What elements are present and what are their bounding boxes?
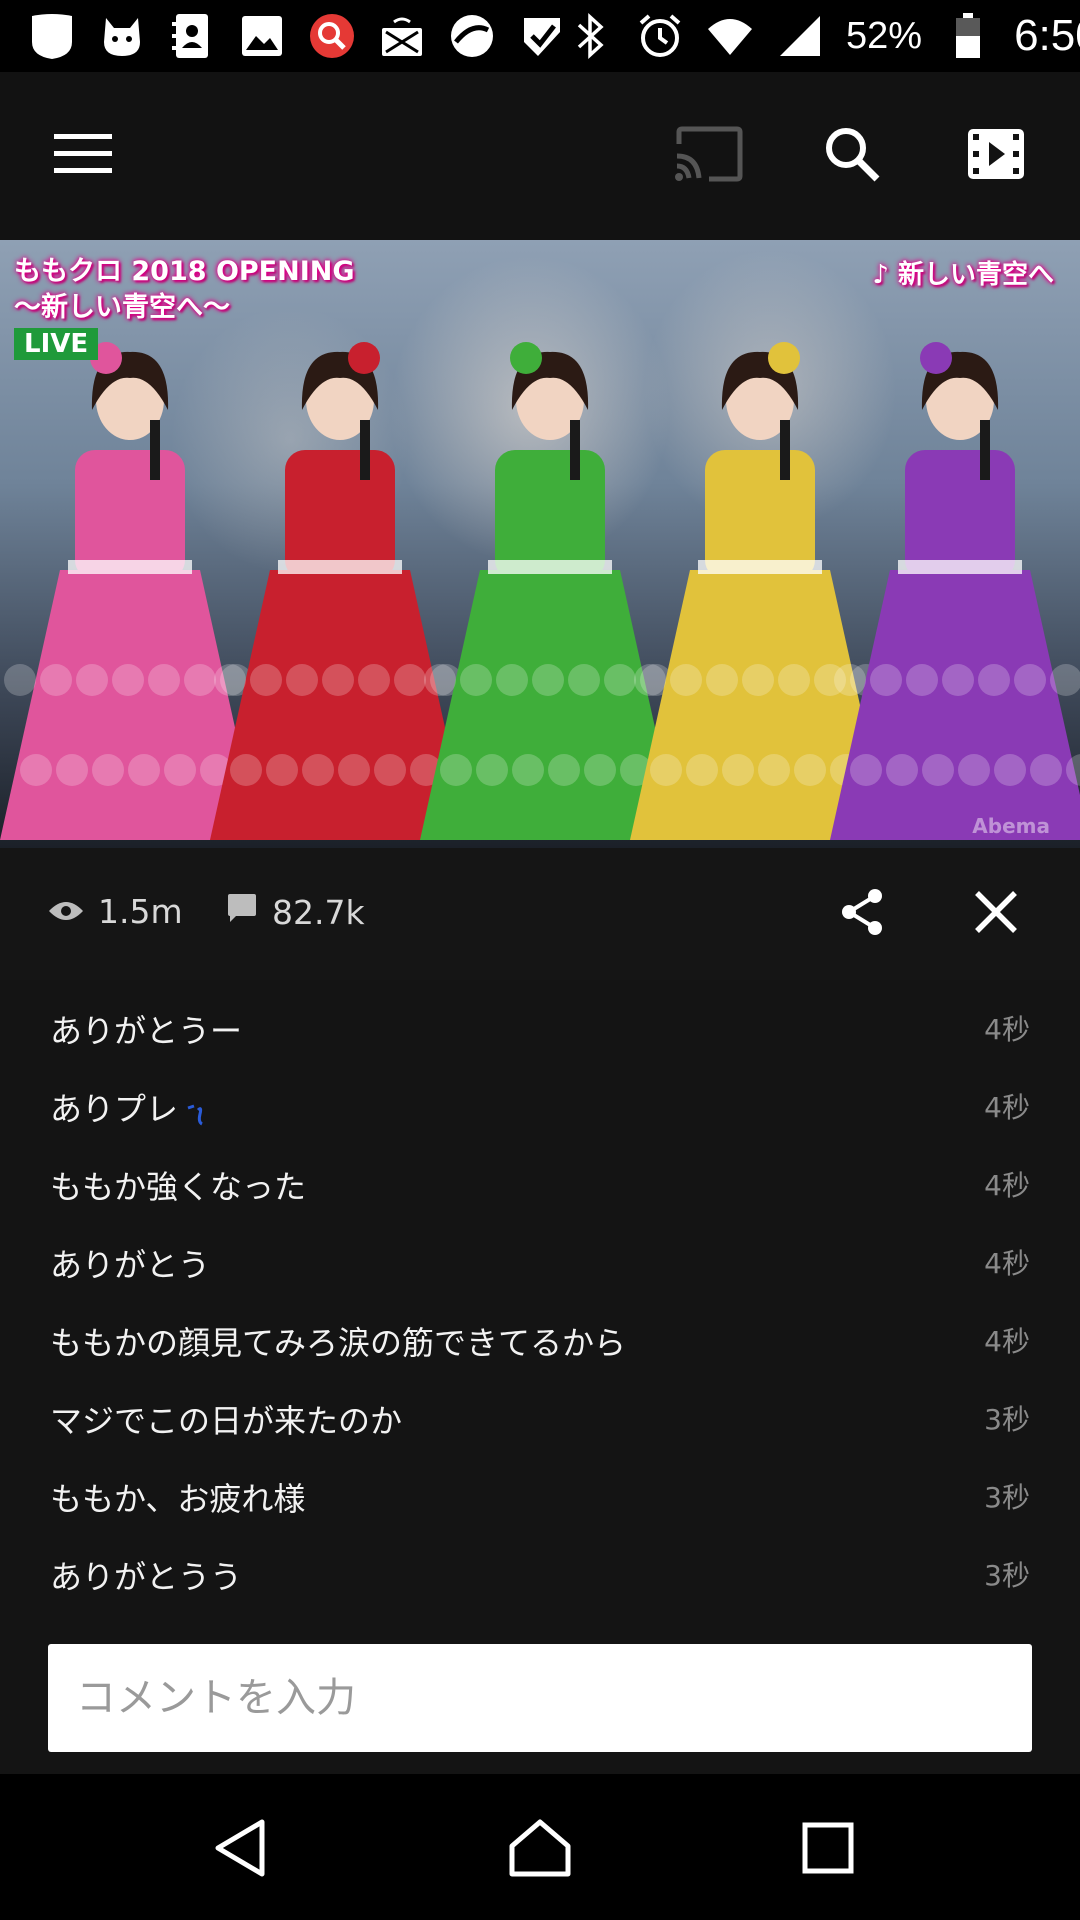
emoji-glyph [186,1098,206,1126]
comment-text: ももかの顔見てみろ涙の筋できてるから [50,1324,627,1362]
check-app-icon [518,12,566,60]
view-count-value: 1.5m [98,892,183,931]
eye-icon [48,892,84,931]
comment-item: ありがとう 4秒 [0,1226,1080,1304]
comment-time: 4秒 [984,1013,1030,1046]
share-button[interactable] [824,876,900,952]
sphere-app-icon [448,12,496,60]
alarm-icon [636,12,684,60]
comment-count-value: 82.7k [272,892,365,932]
comment-text: ありがとう [50,1246,211,1284]
view-count: 1.5m [48,892,183,931]
performer-figure [830,342,1080,840]
back-icon [212,1818,268,1882]
video-player[interactable]: ももクロ 2018 OPENING 〜新しい青空へ〜 LIVE ♪ 新しい青空へ… [0,240,1080,848]
comment-item: ももかの顔見てみろ涙の筋できてるから 4秒 [0,1304,1080,1382]
comment-text: ありがとうー [50,1012,243,1050]
search-icon [823,125,881,187]
comment-time: 4秒 [984,1169,1030,1202]
channel-watermark: Abema [972,814,1050,838]
close-button[interactable] [958,876,1034,952]
comment-input[interactable] [48,1644,1032,1752]
home-icon [508,1818,572,1882]
video-title-overlay: ももクロ 2018 OPENING 〜新しい青空へ〜 [14,254,355,326]
comment-text-body: ありプレ [50,1090,179,1128]
video-button[interactable] [956,116,1036,196]
song-overlay: ♪ 新しい青空へ [872,260,1054,290]
search-button[interactable] [812,116,892,196]
comment-input-bar [0,1622,1080,1774]
comment-time: 3秒 [984,1559,1030,1592]
comment-time: 4秒 [984,1247,1030,1280]
shield-icon [28,12,76,60]
live-badge: LIVE [14,328,99,360]
wifi-icon [706,12,754,60]
comment-text: ありがとうう [50,1558,243,1596]
signal-icon [776,12,824,60]
comment-item: ありがとうー 4秒 [0,992,1080,1070]
app-bar [0,72,1080,240]
comment-text: マジでこの日が来たのか [50,1402,403,1440]
comment-item: マジでこの日が来たのか 3秒 [0,1382,1080,1460]
system-icons: 52% 6:50 [566,11,1080,61]
system-nav-bar [0,1774,1080,1920]
status-bar: 52% 6:50 [0,0,1080,72]
notification-icons [28,12,566,60]
contacts-icon [168,12,216,60]
comment-item: ももか、お疲れ様 3秒 [0,1460,1080,1538]
comment-time: 3秒 [984,1481,1030,1514]
recents-button[interactable] [788,1810,868,1890]
stats-row: 1.5m 82.7k [0,848,1080,980]
cast-button[interactable] [668,116,748,196]
home-button[interactable] [500,1810,580,1890]
close-icon [973,889,1019,939]
comment-text: ももか強くなった [50,1168,307,1206]
menu-icon [54,132,114,180]
performers-image [0,342,1080,840]
bluetooth-icon [566,12,614,60]
comment-time: 3秒 [984,1403,1030,1436]
gallery-icon [238,12,286,60]
comment-time: 4秒 [984,1325,1030,1358]
battery-icon [944,12,992,60]
cast-icon [673,126,743,186]
battery-percent: 52% [846,14,923,57]
comment-bubble-icon [226,892,258,932]
radio-icon [378,12,426,60]
video-title-line1: ももクロ 2018 OPENING [14,256,355,287]
comment-item: ありプレ 4秒 [0,1070,1080,1148]
comment-text: ももか、お疲れ様 [50,1480,306,1518]
comment-time: 4秒 [984,1091,1030,1124]
back-button[interactable] [200,1810,280,1890]
menu-button[interactable] [44,116,124,196]
comment-item: ありがとうう 3秒 [0,1538,1080,1616]
comment-list[interactable]: ありがとうー 4秒 ありプレ 4秒 ももか強くなった 4秒 ありがとう 4秒 も… [0,980,1080,1622]
clock: 6:50 [1014,11,1080,60]
comment-item: ももか強くなった 4秒 [0,1148,1080,1226]
share-icon [839,887,885,941]
cat-app-icon [98,12,146,60]
video-icon [967,128,1025,184]
video-title-line2: 〜新しい青空へ〜 [14,292,230,323]
comment-text: ありプレ [50,1084,206,1130]
recents-icon [802,1822,854,1878]
comment-count: 82.7k [226,892,365,932]
search-app-icon [308,12,356,60]
